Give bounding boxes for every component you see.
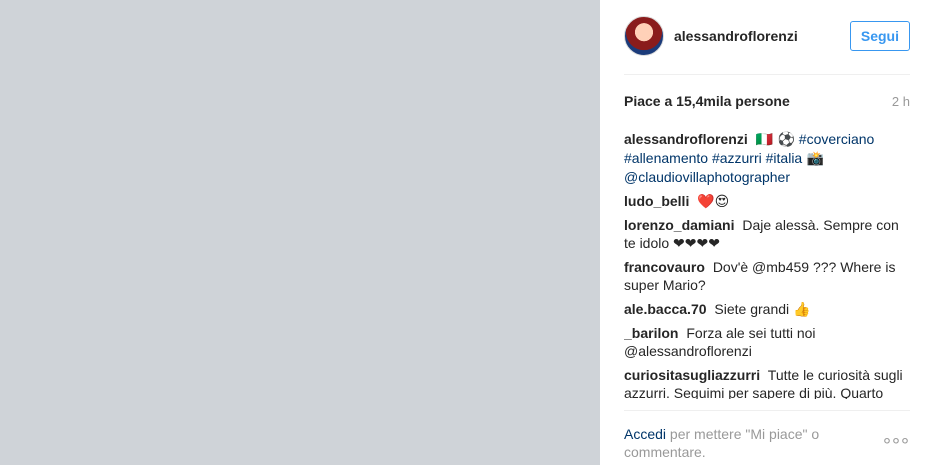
hashtag-link[interactable]: #allenamento: [624, 150, 708, 166]
post-header: alessandroflorenzi Segui: [624, 16, 910, 56]
comment: ludo_belli ❤️😍: [624, 192, 910, 210]
comment: _barilon Forza ale sei tutti noi @alessa…: [624, 324, 910, 360]
comment: lorenzo_damiani Daje alessà. Sempre con …: [624, 216, 910, 252]
comments-list: alessandroflorenzi 🇮🇹 ⚽ #coverciano #all…: [624, 130, 910, 399]
login-link[interactable]: Accedi: [624, 426, 666, 442]
caption-user[interactable]: alessandroflorenzi: [624, 131, 748, 147]
comment-user[interactable]: ludo_belli: [624, 193, 689, 209]
comment-user[interactable]: lorenzo_damiani: [624, 217, 734, 233]
likes-row: Piace a 15,4mila persone 2 h: [624, 93, 910, 109]
timestamp: 2 h: [891, 93, 910, 109]
comment: ale.bacca.70 Siete grandi 👍: [624, 300, 910, 318]
hashtag-link[interactable]: @claudiovillaphotographer: [624, 169, 790, 185]
follow-button[interactable]: Segui: [849, 21, 910, 51]
hashtag-link[interactable]: #azzurri: [708, 150, 762, 166]
hashtag-link[interactable]: #italia: [762, 150, 803, 166]
comment: francovauro Dov'è @mb459 ??? Where is su…: [624, 258, 910, 294]
comment-user[interactable]: francovauro: [624, 259, 705, 275]
post-footer: Accedi per mettere "Mi piace" o commenta…: [624, 410, 910, 460]
ellipsis-icon[interactable]: °°°: [883, 435, 910, 458]
comment-text: ❤️😍: [697, 193, 730, 209]
username[interactable]: alessandroflorenzi: [674, 28, 798, 44]
likes-count: Piace a 15,4mila persone: [624, 93, 790, 109]
avatar[interactable]: [624, 16, 664, 56]
caption: alessandroflorenzi 🇮🇹 ⚽ #coverciano #all…: [624, 130, 910, 186]
login-prompt: Accedi per mettere "Mi piace" o commenta…: [624, 425, 854, 461]
comment-user[interactable]: _barilon: [624, 325, 678, 341]
comment-user[interactable]: ale.bacca.70: [624, 301, 707, 317]
emoji: 🇮🇹: [755, 132, 774, 148]
instagram-post: alessandroflorenzi Segui Piace a 15,4mil…: [0, 0, 934, 465]
emoji: ⚽: [773, 132, 795, 148]
emoji: 📸: [802, 151, 825, 167]
comment: curiositasugliazzurri Tutte le curiosità…: [624, 366, 910, 399]
post-photo[interactable]: [0, 0, 600, 465]
hashtag-link[interactable]: #coverciano: [795, 131, 875, 147]
post-sidebar: alessandroflorenzi Segui Piace a 15,4mil…: [600, 0, 934, 465]
comment-text: Siete grandi 👍: [714, 301, 811, 317]
header-divider: [624, 74, 910, 75]
comment-user[interactable]: curiositasugliazzurri: [624, 367, 760, 383]
